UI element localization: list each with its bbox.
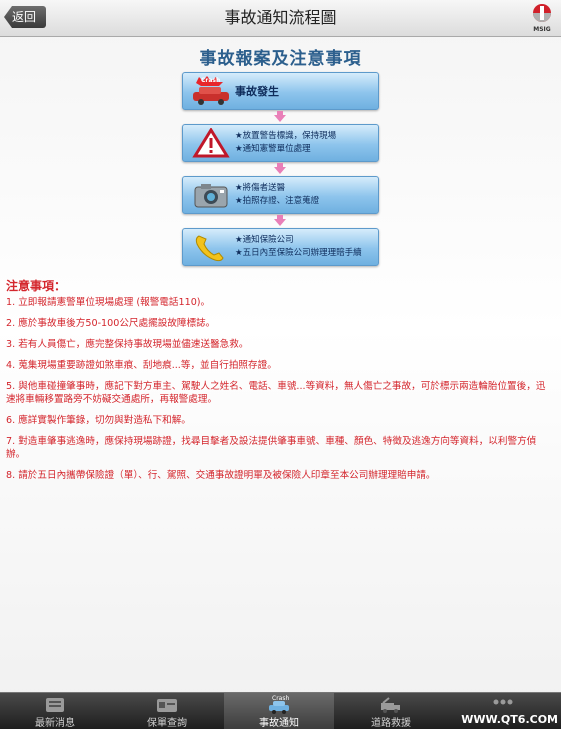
warning-triangle-icon: [191, 127, 231, 158]
tab-road-assist[interactable]: 道路救援: [336, 693, 446, 729]
step-text: 事故發生: [235, 84, 279, 98]
tab-policy-query[interactable]: 保單查詢: [112, 693, 222, 729]
more-dots-icon: [491, 696, 515, 714]
note-item: 4. 蒐集現場重要跡證如煞車痕、刮地痕...等，並自行拍照存證。: [6, 360, 277, 371]
tow-truck-icon: [379, 696, 403, 714]
policy-card-icon: [155, 696, 179, 714]
flow-arrow-head: [274, 219, 286, 226]
flow-arrow-head: [274, 115, 286, 122]
step-text: ★將傷者送醫: [235, 183, 286, 193]
step-text: ★通知憲警單位處理: [235, 144, 311, 154]
note-item: 7. 對造車肇事逃逸時，應保持現場跡證，找尋目擊者及設法提供肇事車號、車種、顏色…: [6, 436, 537, 460]
msig-logo-icon: [533, 4, 551, 22]
notes-title: 注意事項：: [6, 279, 67, 293]
msig-logo: MSIG: [529, 3, 555, 33]
page-title: 事故通知流程圖: [224, 8, 337, 27]
note-item: 3. 若有人員傷亡，應完整保持事故現場並儘速送醫急救。: [6, 339, 249, 350]
watermark: WWW.QT6.COM: [461, 713, 558, 726]
step-text: ★拍照存證、注意蒐證: [235, 196, 320, 206]
tab-label: 最新消息: [35, 718, 75, 729]
crash-badge: Crash: [201, 77, 221, 84]
step-text: ★放置警告標識，保持現場: [235, 131, 337, 141]
note-item: 8. 請於五日內攜帶保險證（單）、行、駕照、交通事故證明單及被保險人印章至本公司…: [6, 470, 436, 481]
tab-accident-notice[interactable]: Crash 事故通知: [224, 693, 334, 729]
flow-step-medical-photo: ★將傷者送醫 ★拍照存證、注意蒐證: [182, 176, 379, 214]
bottom-tab-bar: 最新消息 保單查詢 Crash 事故通知 道路救援 WWW.QT6.COM: [0, 692, 561, 729]
note-item: 6. 應詳實製作筆錄，切勿與對造私下和解。: [6, 415, 191, 426]
tab-news[interactable]: 最新消息: [0, 693, 110, 729]
crash-car-icon: Crash: [191, 76, 231, 106]
notes-section: 注意事項： 1. 立即報請憲警單位現場處理 (報警電話110)。 2. 應於事故…: [6, 277, 554, 482]
crash-icon: Crash: [267, 695, 291, 714]
main-heading: 事故報案及注意事項: [199, 49, 362, 69]
phone-icon: [191, 232, 231, 262]
flow-arrow-head: [274, 167, 286, 174]
crash-icon-text: Crash: [272, 695, 290, 702]
step-text: ★五日內至保險公司辦理理賠手續: [235, 248, 362, 258]
flow-step-accident: Crash 事故發生: [182, 72, 379, 110]
note-item: 1. 立即報請憲警單位現場處理 (報警電話110)。: [6, 297, 211, 308]
camera-icon: [191, 180, 231, 210]
note-item: 5. 與他車碰撞肇事時，應記下對方車主、駕駛人之姓名、電話、車號...等資料，無…: [6, 381, 546, 405]
logo-text: MSIG: [533, 26, 551, 33]
flow-step-warning: ★放置警告標識，保持現場 ★通知憲警單位處理: [182, 124, 379, 162]
news-icon: [43, 696, 67, 714]
tab-label: 道路救援: [371, 718, 411, 729]
flow-step-notify-insurer: ★通知保險公司 ★五日內至保險公司辦理理賠手續: [182, 228, 379, 266]
top-bar: 返回 事故通知流程圖 MSIG: [0, 0, 561, 37]
step-text: ★通知保險公司: [235, 235, 294, 245]
note-item: 2. 應於事故車後方50-100公尺處擺設故障標誌。: [6, 318, 216, 329]
tab-label: 保單查詢: [147, 718, 187, 729]
tab-label: 事故通知: [259, 718, 299, 729]
